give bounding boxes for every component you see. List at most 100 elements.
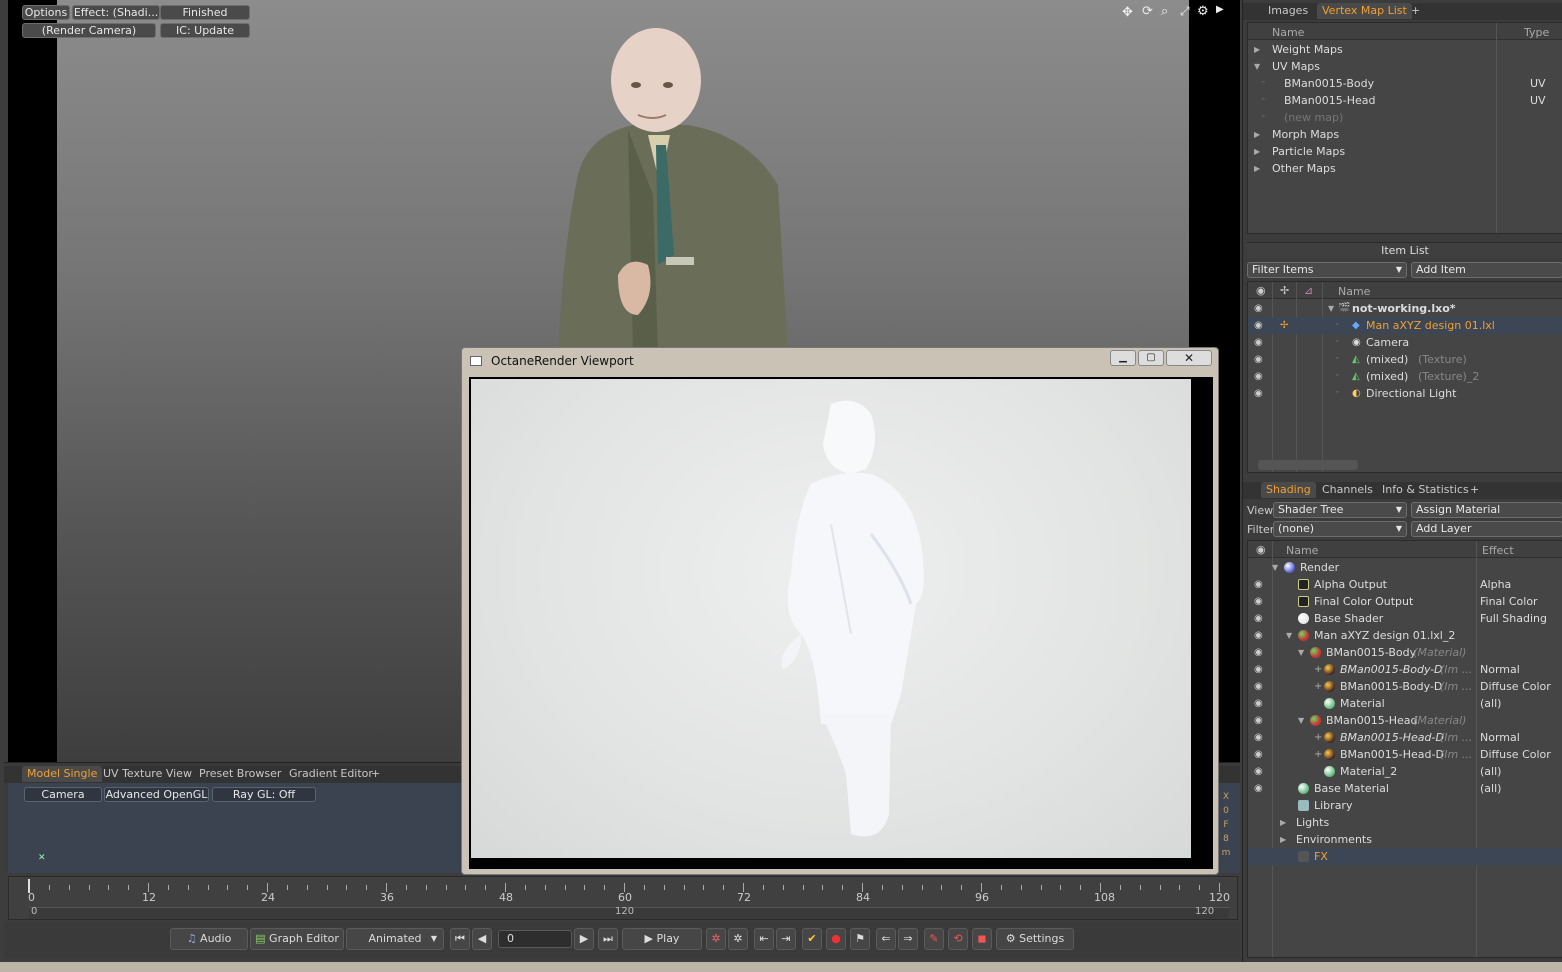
shader-row[interactable]: ◉ + BMan0015-Body-D (Im ... Diffuse Color (1248, 678, 1562, 695)
visibility-eye-icon[interactable]: ◉ (1254, 763, 1263, 780)
visibility-eye-icon[interactable]: ◉ (1254, 780, 1263, 797)
vertex-map-row[interactable]: ▶ Particle Maps (1248, 143, 1562, 160)
visibility-eye-icon[interactable]: ◉ (1254, 644, 1263, 661)
shader-row[interactable]: ◉ Alpha Output Alpha (1248, 576, 1562, 593)
collapse-arrow-icon[interactable]: ▼ (1272, 559, 1278, 576)
set-key-button[interactable]: ⟲ (948, 928, 968, 950)
expand-arrow-icon[interactable]: ▶ (1254, 160, 1260, 177)
shader-row[interactable]: ◉ Base Material (all) (1248, 780, 1562, 797)
view-dropdown[interactable]: Shader Tree ▼ (1273, 502, 1407, 518)
locator-icon[interactable]: ✢ (1280, 317, 1288, 334)
shader-row[interactable]: Library (1248, 797, 1562, 814)
auto-key-button[interactable]: ✲ (728, 928, 748, 950)
filter-items-dropdown[interactable]: Filter Items ▼ (1247, 262, 1407, 278)
shader-col-effect[interactable]: Effect (1482, 544, 1514, 557)
prev-key-button[interactable]: ⇤ (754, 928, 774, 950)
shader-row[interactable]: ▶ Environments (1248, 831, 1562, 848)
record-button[interactable]: ● (826, 928, 846, 950)
delete-key-button[interactable]: ✎ (924, 928, 944, 950)
animated-dropdown[interactable]: Animated ▼ (346, 928, 444, 950)
visibility-eye-icon[interactable]: ◉ (1254, 368, 1263, 385)
octane-window[interactable]: OctaneRender Viewport ▁ ▢ ✕ (461, 347, 1219, 875)
shader-row[interactable]: FX (1248, 848, 1562, 865)
expand-plus-icon[interactable]: + (1314, 678, 1322, 695)
key-curve-button[interactable]: ✔ (802, 928, 822, 950)
next-frame-button[interactable]: ▶ (574, 928, 594, 950)
vertex-map-row[interactable]: ▶ Morph Maps (1248, 126, 1562, 143)
shader-row[interactable]: ▼ Render (1248, 559, 1562, 576)
collapse-arrow-icon[interactable]: ▼ (1298, 644, 1304, 661)
visibility-eye-icon[interactable]: ◉ (1254, 695, 1263, 712)
shader-row[interactable]: ◉ Material_2 (all) (1248, 763, 1562, 780)
go-start-button[interactable]: ⏮ (450, 928, 470, 950)
move-view-icon[interactable]: ✥ (1122, 5, 1133, 20)
zoom-view-icon[interactable]: ⌕ (1161, 4, 1168, 19)
minimize-button[interactable]: ▁ (1110, 350, 1136, 366)
frame-field[interactable]: 0 (498, 930, 572, 948)
shader-row[interactable]: ▶ Lights (1248, 814, 1562, 831)
settings-gear-icon[interactable]: ⚙ (1197, 4, 1209, 19)
key-mode-button[interactable]: ✲ (706, 928, 726, 950)
expand-arrow-icon[interactable]: ▶ (1280, 831, 1286, 848)
collapse-arrow-icon[interactable]: ▼ (1254, 58, 1260, 75)
next-marker-button[interactable]: ⇒ (898, 928, 918, 950)
options-button[interactable]: Options (22, 5, 70, 20)
add-item-dropdown[interactable]: Add Item (1411, 262, 1562, 278)
maximize-view-icon[interactable]: ⤢ (1180, 4, 1190, 19)
vertex-map-row[interactable]: ▶ Weight Maps (1248, 41, 1562, 58)
visibility-eye-icon[interactable]: ◉ (1254, 712, 1263, 729)
item-row[interactable]: ◉ ✢ ╴ ◆ Man aXYZ design 01.lxl (1248, 317, 1562, 334)
tab-uv-texture-view[interactable]: UV Texture View (98, 766, 197, 782)
prev-marker-button[interactable]: ⇐ (876, 928, 896, 950)
tab-images[interactable]: Images (1263, 3, 1313, 19)
shader-col-name[interactable]: Name (1286, 544, 1318, 557)
tab-info-statistics[interactable]: Info & Statistics (1377, 482, 1474, 498)
expand-arrow-icon[interactable]: ▶ (1254, 41, 1260, 58)
tab-gradient-editor[interactable]: Gradient Editor (284, 766, 378, 782)
item-row[interactable]: ◉ ╴ ◭ (mixed) (Texture) (1248, 351, 1562, 368)
expand-arrow-icon[interactable]: ▶ (1254, 143, 1260, 160)
visibility-eye-icon[interactable]: ◉ (1254, 610, 1263, 627)
advanced-opengl-button[interactable]: Advanced OpenGL (104, 787, 209, 802)
collapse-arrow-icon[interactable]: ▼ (1298, 712, 1304, 729)
maximize-button[interactable]: ▢ (1138, 350, 1164, 366)
visibility-eye-icon[interactable]: ◉ (1254, 334, 1263, 351)
tab-shading[interactable]: Shading (1261, 482, 1316, 498)
expand-arrow-icon[interactable]: ▶ (1216, 4, 1224, 15)
shader-row[interactable]: ◉ Material (all) (1248, 695, 1562, 712)
expand-arrow-icon[interactable]: ▶ (1280, 814, 1286, 831)
filter-dropdown[interactable]: (none) ▼ (1273, 521, 1407, 537)
vertex-map-row[interactable]: ▼ UV Maps (1248, 58, 1562, 75)
item-row[interactable]: ◉ ▼ 🎬 not-working.lxo* (1248, 300, 1562, 317)
shader-row[interactable]: ◉ Final Color Output Final Color (1248, 593, 1562, 610)
expand-plus-icon[interactable]: + (1314, 729, 1322, 746)
add-layer-dropdown[interactable]: Add Layer (1411, 521, 1562, 537)
item-row[interactable]: ◉ ╴ ◭ (mixed) (Texture)_2 (1248, 368, 1562, 385)
collapse-arrow-icon[interactable]: ▼ (1328, 300, 1334, 317)
expand-plus-icon[interactable]: + (1314, 746, 1322, 763)
assign-material-button[interactable]: Assign Material (1411, 502, 1562, 518)
close-button[interactable]: ✕ (1166, 350, 1212, 366)
shader-row[interactable]: ◉ + BMan0015-Head-D (Im ... Normal (1248, 729, 1562, 746)
visibility-eye-icon[interactable]: ◉ (1254, 746, 1263, 763)
octane-render-area[interactable] (469, 377, 1213, 869)
tab-preset-browser[interactable]: Preset Browser (194, 766, 286, 782)
graph-editor-button[interactable]: ▤ Graph Editor (250, 928, 344, 950)
collapse-arrow-icon[interactable]: ▼ (1286, 627, 1292, 644)
vertex-col-type[interactable]: Type (1524, 26, 1549, 39)
timeline[interactable]: 0 12 24 36 48 60 72 84 96 108 120 0 120 120 (8, 876, 1238, 920)
visibility-eye-icon[interactable]: ◉ (1254, 678, 1263, 695)
key-options-button[interactable]: ⚑ (850, 928, 870, 950)
item-row[interactable]: ◉ ╴ ◉ Camera (1248, 334, 1562, 351)
item-col-name[interactable]: Name (1338, 285, 1370, 298)
add-shading-tab-button[interactable]: + (1465, 482, 1484, 498)
visibility-eye-icon[interactable]: ◉ (1254, 317, 1263, 334)
visibility-eye-icon[interactable]: ◉ (1254, 627, 1263, 644)
visibility-eye-icon[interactable]: ◉ (1254, 661, 1263, 678)
vertex-map-row[interactable]: ╴ BMan0015-Head UV (1248, 92, 1562, 109)
shader-row[interactable]: ◉ + BMan0015-Body-D (Im ... Normal (1248, 661, 1562, 678)
tab-channels[interactable]: Channels (1317, 482, 1378, 498)
visibility-eye-icon[interactable]: ◉ (1254, 576, 1263, 593)
vertex-map-row[interactable]: ╴ BMan0015-Body UV (1248, 75, 1562, 92)
play-button[interactable]: ▶ Play (622, 928, 702, 950)
